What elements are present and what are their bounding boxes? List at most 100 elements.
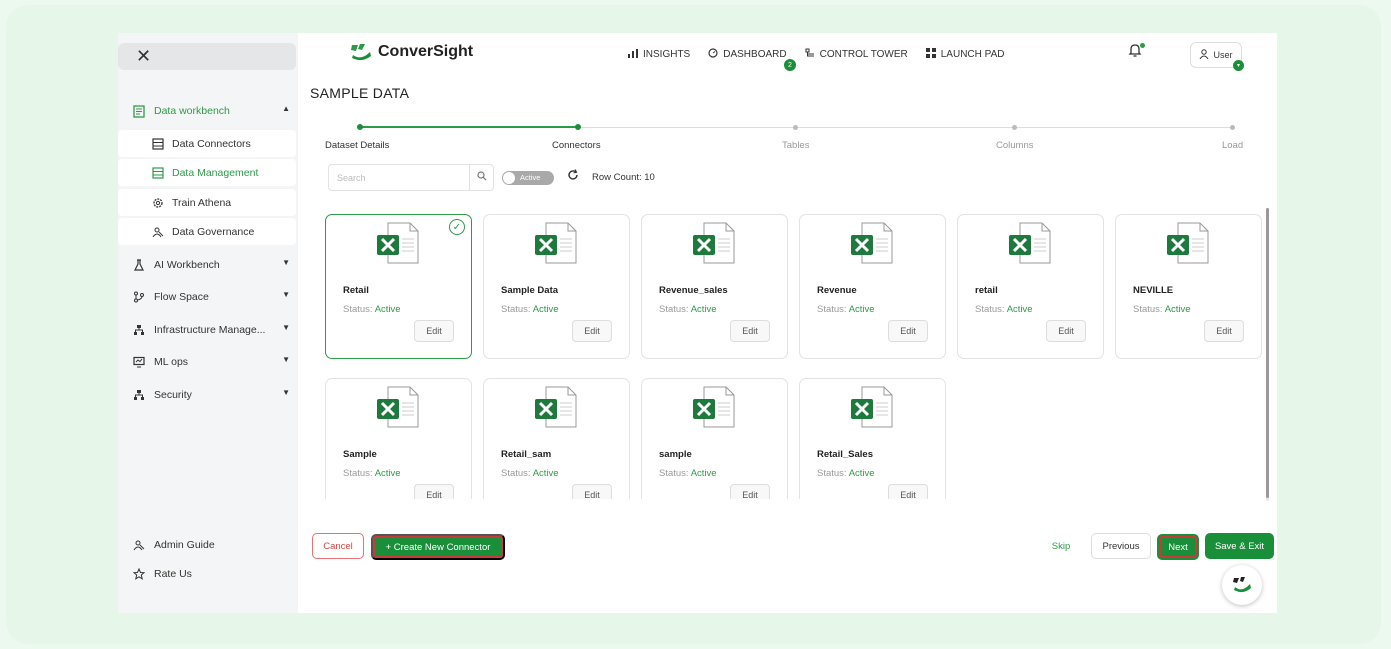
step-dot bbox=[575, 124, 581, 130]
nav-launch-pad[interactable]: LAUNCH PAD bbox=[925, 48, 1004, 61]
search-input[interactable] bbox=[329, 165, 465, 190]
edit-button[interactable]: Edit bbox=[414, 484, 454, 499]
connector-name: sample bbox=[659, 449, 692, 460]
connector-card[interactable]: retail Status: Active Edit bbox=[957, 214, 1104, 359]
nav-label: DASHBOARD bbox=[723, 49, 787, 60]
status-prefix: Status: bbox=[817, 304, 847, 315]
nav-insights[interactable]: INSIGHTS bbox=[628, 48, 690, 61]
connector-status: Status: Active bbox=[343, 468, 401, 479]
app-window: ✕ Data workbench ▲ Data Connectors Data … bbox=[118, 33, 1277, 613]
edit-button[interactable]: Edit bbox=[572, 320, 612, 342]
sidebar-subitem-data-governance[interactable]: Data Governance bbox=[118, 218, 296, 245]
chat-assistant-button[interactable] bbox=[1222, 565, 1262, 605]
status-prefix: Status: bbox=[343, 304, 373, 315]
next-button[interactable]: Next bbox=[1157, 534, 1199, 560]
nav-dashboard[interactable]: DASHBOARD bbox=[708, 48, 787, 61]
sidebar-item-infrastructure[interactable]: Infrastructure Manage... ▼ bbox=[132, 318, 290, 342]
sidebar-item-label: Data workbench bbox=[154, 105, 230, 117]
gear-icon bbox=[151, 196, 165, 210]
status-prefix: Status: bbox=[343, 468, 373, 479]
connector-name: Retail bbox=[343, 285, 369, 296]
connector-card[interactable]: Retail_Sales Status: Active Edit bbox=[799, 378, 946, 499]
user-dropdown-badge[interactable]: ▾ bbox=[1233, 60, 1244, 71]
active-toggle[interactable]: Active bbox=[502, 171, 554, 185]
excel-file-icon bbox=[851, 386, 893, 428]
edit-button[interactable]: Edit bbox=[888, 320, 928, 342]
scrollbar-thumb[interactable] bbox=[1266, 208, 1269, 498]
connector-card[interactable]: Revenue Status: Active Edit bbox=[799, 214, 946, 359]
sidebar-subitem-data-management[interactable]: Data Management bbox=[118, 159, 296, 186]
step-label-tables[interactable]: Tables bbox=[782, 140, 809, 151]
previous-button[interactable]: Previous bbox=[1091, 533, 1151, 559]
connector-card[interactable]: Retail_sam Status: Active Edit bbox=[483, 378, 630, 499]
connector-card[interactable]: Revenue_sales Status: Active Edit bbox=[641, 214, 788, 359]
sidebar-subitem-label: Data Management bbox=[172, 166, 259, 179]
edit-button[interactable]: Edit bbox=[414, 320, 454, 342]
edit-button[interactable]: Edit bbox=[730, 320, 770, 342]
flow-icon bbox=[132, 290, 146, 304]
sidebar-item-label: AI Workbench bbox=[154, 259, 220, 271]
step-dot bbox=[1012, 125, 1017, 130]
status-value: Active bbox=[1006, 304, 1033, 315]
save-exit-button[interactable]: Save & Exit bbox=[1205, 533, 1274, 559]
sidebar-item-rate-us[interactable]: Rate Us bbox=[132, 562, 290, 586]
sidebar-item-admin-guide[interactable]: Admin Guide bbox=[132, 533, 290, 557]
user-label: User bbox=[1213, 50, 1233, 60]
skip-button[interactable]: Skip bbox=[1043, 533, 1079, 559]
connector-card[interactable]: NEVILLE Status: Active Edit bbox=[1115, 214, 1262, 359]
edit-button[interactable]: Edit bbox=[572, 484, 612, 499]
connector-card[interactable]: Sample Data Status: Active Edit bbox=[483, 214, 630, 359]
cancel-button[interactable]: Cancel bbox=[312, 533, 364, 559]
create-new-connector-button[interactable]: + Create New Connector bbox=[371, 534, 505, 560]
step-label-columns[interactable]: Columns bbox=[996, 140, 1034, 151]
star-icon bbox=[132, 567, 146, 581]
connector-card[interactable]: ✓ Retail Status: Active Edit bbox=[325, 214, 472, 359]
sidebar-item-flow-space[interactable]: Flow Space ▼ bbox=[132, 285, 290, 309]
page-title: SAMPLE DATA bbox=[310, 85, 410, 101]
search-box bbox=[328, 164, 494, 191]
step-dot bbox=[793, 125, 798, 130]
scrollbar[interactable] bbox=[1266, 208, 1269, 501]
nav-control-tower[interactable]: CONTROL TOWER bbox=[805, 48, 908, 61]
toggle-knob bbox=[503, 172, 515, 184]
check-circle-icon: ✓ bbox=[449, 219, 465, 235]
sidebar-item-ml-ops[interactable]: ML ops ▼ bbox=[132, 350, 290, 374]
hierarchy-icon bbox=[132, 323, 146, 337]
sidebar-item-data-workbench[interactable]: Data workbench ▲ bbox=[132, 99, 290, 123]
chevron-down-icon: ▼ bbox=[282, 323, 290, 332]
edit-button[interactable]: Edit bbox=[1046, 320, 1086, 342]
connector-card[interactable]: sample Status: Active Edit bbox=[641, 378, 788, 499]
top-navigation: INSIGHTS DASHBOARD CONTROL TOWER LAUNCH … bbox=[628, 48, 1022, 71]
sidebar-item-ai-workbench[interactable]: AI Workbench ▼ bbox=[132, 253, 290, 277]
sidebar-subitem-train-athena[interactable]: Train Athena bbox=[118, 189, 296, 216]
status-value: Active bbox=[374, 468, 401, 479]
bar-chart-icon bbox=[628, 48, 638, 61]
edit-button[interactable]: Edit bbox=[888, 484, 928, 499]
step-dot bbox=[357, 124, 363, 130]
status-prefix: Status: bbox=[975, 304, 1005, 315]
search-icon[interactable] bbox=[477, 171, 487, 184]
edit-button[interactable]: Edit bbox=[1204, 320, 1244, 342]
connector-name: Revenue_sales bbox=[659, 285, 728, 296]
grid-icon bbox=[925, 48, 936, 61]
status-prefix: Status: bbox=[501, 468, 531, 479]
sidebar-item-label: Admin Guide bbox=[154, 539, 215, 551]
toggle-label: Active bbox=[520, 173, 541, 182]
status-prefix: Status: bbox=[1133, 304, 1163, 315]
close-sidebar-button[interactable]: ✕ bbox=[118, 43, 296, 70]
sidebar-item-label: Rate Us bbox=[154, 568, 192, 580]
sidebar-subitem-data-connectors[interactable]: Data Connectors bbox=[118, 130, 296, 157]
status-value: Active bbox=[532, 304, 559, 315]
step-label-load[interactable]: Load bbox=[1222, 140, 1243, 151]
connector-card[interactable]: Sample Status: Active Edit bbox=[325, 378, 472, 499]
step-label-dataset-details[interactable]: Dataset Details bbox=[325, 140, 389, 151]
sidebar-item-security[interactable]: Security ▼ bbox=[132, 383, 290, 407]
refresh-icon[interactable] bbox=[567, 169, 579, 184]
close-icon[interactable]: ✕ bbox=[136, 46, 151, 67]
chevron-down-icon: ▼ bbox=[282, 355, 290, 364]
edit-button[interactable]: Edit bbox=[730, 484, 770, 499]
step-label-connectors[interactable]: Connectors bbox=[552, 140, 601, 151]
connector-status: Status: Active bbox=[1133, 304, 1191, 315]
conversight-logo[interactable]: ConverSight bbox=[350, 43, 473, 61]
status-value: Active bbox=[690, 468, 717, 479]
